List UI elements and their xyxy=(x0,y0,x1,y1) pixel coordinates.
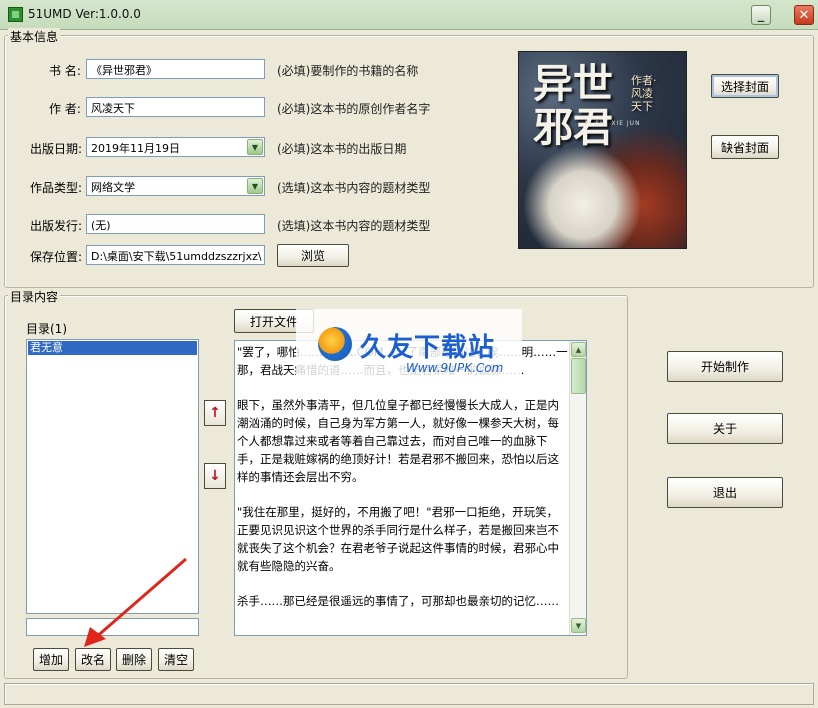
vertical-scrollbar[interactable]: ▲ ▼ xyxy=(569,341,586,635)
genre-label: 作品类型: xyxy=(30,181,83,195)
about-button[interactable]: 关于 xyxy=(667,413,783,444)
scroll-thumb[interactable] xyxy=(571,358,586,394)
publish-date-value: 2019年11月19日 xyxy=(91,142,180,155)
rename-button[interactable]: 改名 xyxy=(75,648,111,671)
author-input[interactable]: 风凌天下 xyxy=(86,97,265,117)
publish-date-label: 出版日期: xyxy=(30,142,83,156)
author-note: (必填)这本书的原创作者名字 xyxy=(277,102,431,116)
scroll-up-icon[interactable]: ▲ xyxy=(571,342,586,357)
scroll-down-icon[interactable]: ▼ xyxy=(571,618,586,633)
close-button[interactable]: ✕ xyxy=(794,5,814,25)
publisher-note: (选填)这本书内容的题材类型 xyxy=(277,219,431,233)
add-button[interactable]: 增加 xyxy=(33,648,69,671)
genre-select[interactable]: 网络文学 ▼ xyxy=(86,176,265,196)
publish-date-picker[interactable]: 2019年11月19日 ▼ xyxy=(86,137,265,157)
publisher-label: 出版发行: xyxy=(30,219,83,233)
move-down-button[interactable]: ↓ xyxy=(204,463,226,489)
default-cover-button[interactable]: 缺省封面 xyxy=(711,135,779,159)
content-paragraph: 杀手……那已经是很遥远的事情了，可那却也最亲切的记忆…… xyxy=(237,594,559,608)
book-name-label: 书 名: xyxy=(49,64,81,78)
cover-author: 作者·风凌天下 xyxy=(631,74,657,113)
cover-pinyin: YI SHI XIE JUN xyxy=(585,120,641,127)
chevron-down-icon[interactable]: ▼ xyxy=(247,139,263,155)
start-button[interactable]: 开始制作 xyxy=(667,351,783,382)
cover-image: 异世邪君 作者·风凌天下 YI SHI XIE JUN xyxy=(518,51,687,249)
save-location-input[interactable]: D:\桌面\安下载\51umddzszzrjxz\ xyxy=(86,245,265,265)
exit-button[interactable]: 退出 xyxy=(667,477,783,508)
minimize-button[interactable]: _ xyxy=(751,5,771,25)
chevron-down-icon[interactable]: ▼ xyxy=(247,178,263,194)
select-cover-button[interactable]: 选择封面 xyxy=(711,74,779,98)
watermark-url: Www.9UPK.Com xyxy=(406,361,504,375)
cover-title: 异世邪君 xyxy=(533,60,613,151)
app-icon xyxy=(8,7,23,22)
book-name-input[interactable]: 《异世邪君》 xyxy=(86,59,265,79)
toc-count-label: 目录(1) xyxy=(26,322,67,336)
genre-value: 网络文学 xyxy=(91,181,135,194)
window-title: 51UMD Ver:1.0.0.0 xyxy=(28,7,141,21)
move-up-button[interactable]: ↑ xyxy=(204,400,226,426)
watermark-logo-icon xyxy=(318,327,352,361)
title-bar[interactable]: 51UMD Ver:1.0.0.0 _ ✕ xyxy=(0,0,818,30)
content-paragraph: 眼下，虽然外事清平，但几位皇子都已经慢慢长大成人，正是内潮汹涌的时候，自己身为军… xyxy=(237,398,559,484)
browse-button[interactable]: 浏览 xyxy=(277,244,349,267)
save-location-label: 保存位置: xyxy=(30,250,83,264)
status-bar xyxy=(4,683,814,705)
delete-button[interactable]: 删除 xyxy=(116,648,152,671)
publisher-input[interactable]: (无) xyxy=(86,214,265,234)
basic-info-legend: 基本信息 xyxy=(8,28,61,45)
content-paragraph: "我住在那里，挺好的，不用搬了吧！"君邪一口拒绝，开玩笑，正要见识见识这个世界的… xyxy=(237,505,559,573)
clear-button[interactable]: 清空 xyxy=(158,648,194,671)
author-label: 作 者: xyxy=(49,102,81,116)
publish-date-note: (必填)这本书的出版日期 xyxy=(277,142,407,156)
arrow-down-icon: ↓ xyxy=(209,468,221,484)
book-name-note: (必填)要制作的书籍的名称 xyxy=(277,64,419,78)
list-item[interactable]: 君无意 xyxy=(28,341,197,355)
genre-note: (选填)这本书内容的题材类型 xyxy=(277,181,431,195)
watermark-title: 久友下载站 xyxy=(360,333,496,363)
watermark: 久友下载站 Www.9UPK.Com xyxy=(296,309,522,389)
annotation-arrow-icon xyxy=(84,557,187,647)
arrow-up-icon: ↑ xyxy=(209,405,221,421)
toc-legend: 目录内容 xyxy=(8,288,61,305)
